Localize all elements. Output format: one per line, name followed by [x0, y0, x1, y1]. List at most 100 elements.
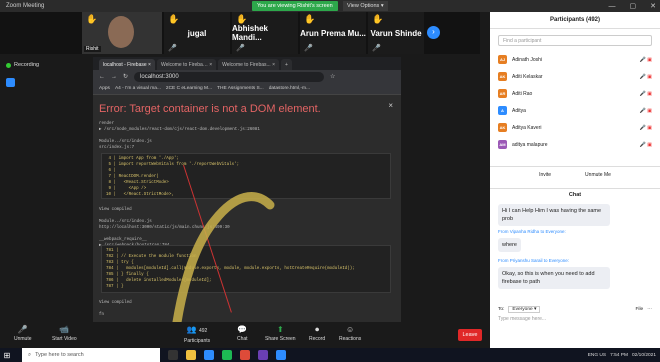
recording-label: Recording: [14, 62, 40, 68]
browser-tab[interactable]: localhost - Firebase ×: [99, 59, 155, 70]
spotify-icon[interactable]: [222, 350, 232, 360]
chat-message-input[interactable]: Type message here...: [498, 316, 652, 326]
chat-title: Chat: [490, 188, 660, 200]
more-icon[interactable]: ···: [647, 307, 652, 312]
side-panel: Participants (492) Find a participant AJ…: [490, 12, 660, 348]
browser-tab[interactable]: Welcome to Firebas... ×: [218, 59, 279, 70]
star-icon[interactable]: ☆: [330, 73, 335, 80]
chat-sender: From Priyanshu Sarail to Everyone:: [498, 258, 570, 263]
mic-muted-icon: 🎤: [236, 45, 245, 52]
chat-message: where: [498, 238, 521, 252]
bookmarks-bar: Apps A4 - I'm a visual ma... 2CE C eLear…: [93, 83, 401, 95]
error-title: Error: Target container is not a DOM ele…: [99, 103, 321, 115]
participant-name: Abhishek Mandi...: [232, 24, 269, 42]
participant-search-input[interactable]: Find a participant: [498, 35, 652, 46]
mic-muted-icon: 🎤: [168, 45, 177, 52]
url-text: localhost:3000: [140, 73, 179, 80]
window-controls: — ▢ ✕: [609, 0, 657, 12]
participant-name: Aditya Kaveri: [512, 124, 542, 131]
chat-button[interactable]: 💬 Chat: [237, 325, 248, 342]
mic-muted-icon: 🎤 ▣: [639, 73, 652, 80]
record-icon: ⏺: [315, 325, 320, 334]
record-button[interactable]: ⏺ Record: [309, 325, 325, 342]
close-overlay-icon[interactable]: ×: [388, 101, 393, 110]
annotation-scribble: [170, 192, 275, 340]
mic-muted-icon: 🎤: [17, 325, 28, 334]
participant-tile[interactable]: ✋ Abhishek Mandi... 🎤: [232, 12, 298, 54]
recipient-select[interactable]: Everyone ▾: [508, 305, 541, 313]
edge-icon[interactable]: [204, 350, 214, 360]
stack-frame: render ▶ /src/node_modules/react-dom/cjs…: [99, 122, 260, 150]
mic-muted-icon: 🎤 ▣: [639, 141, 652, 148]
bookmark-item[interactable]: 2CE C eLearning M...: [166, 86, 212, 91]
browser-tab-bar: localhost - Firebase × Welcome to Fireba…: [93, 57, 401, 70]
search-icon: ⌕: [28, 351, 32, 358]
taskbar-search-input[interactable]: ⌕ Type here to search: [22, 348, 160, 362]
next-page-arrow-icon[interactable]: ›: [427, 26, 440, 39]
app-title: Zoom Meeting: [6, 3, 45, 9]
reactions-button[interactable]: ☺ Reactions: [339, 325, 361, 342]
participant-actions: Invite Unmute Me: [490, 166, 660, 182]
avatar: AJ: [498, 55, 507, 64]
close-button[interactable]: ✕: [650, 2, 656, 10]
start-video-button[interactable]: 📹 Start Video: [52, 325, 77, 342]
mic-muted-icon: 🎤 ▣: [639, 107, 652, 114]
chat-message: Hi I can Help Him I was having the same …: [498, 204, 610, 226]
file-button[interactable]: File: [635, 307, 643, 312]
participant-tile[interactable]: ✋ Arun Prema Mu... 🎤: [300, 12, 366, 54]
mic-muted-icon: 🎤 ▣: [639, 56, 652, 63]
zoom-taskbar-icon[interactable]: [276, 350, 286, 360]
maximize-button[interactable]: ▢: [630, 2, 637, 10]
url-input[interactable]: localhost:3000: [134, 71, 325, 82]
bookmark-item[interactable]: datastore.html,-m...: [269, 86, 310, 91]
bookmark-item[interactable]: Apps: [99, 86, 110, 91]
to-label: To:: [498, 306, 505, 312]
participant-tile[interactable]: ✋ Varun Shinde 🎤: [368, 12, 424, 54]
participant-row[interactable]: AK Aditya Kaveri 🎤 ▣: [498, 122, 652, 133]
self-video-tile[interactable]: ✋ Rishit: [82, 12, 162, 54]
forward-icon[interactable]: →: [111, 74, 117, 80]
reload-icon[interactable]: ↻: [123, 73, 128, 80]
avatar: A: [498, 106, 507, 115]
chat-icon: 💬: [237, 325, 248, 334]
leave-button[interactable]: Leave: [458, 329, 482, 341]
task-view-icon[interactable]: [168, 350, 178, 360]
clock-date: 02/10/2021: [631, 352, 656, 358]
chat-sender: From Vipanha Ridha to Everyone:: [498, 229, 566, 234]
minimize-button[interactable]: —: [609, 3, 616, 10]
participant-row[interactable]: AK Aditi Kelaskar 🎤 ▣: [498, 71, 652, 82]
participant-row[interactable]: AR Aditi Rao 🎤 ▣: [498, 88, 652, 99]
participant-row[interactable]: AJ Adinath Joshi 🎤 ▣: [498, 54, 652, 65]
mic-muted-icon: 🎤 ▣: [639, 90, 652, 97]
bookmark-item[interactable]: A4 - I'm a visual ma...: [115, 86, 161, 91]
windows-taskbar: ⊞ ⌕ Type here to search ENG US 7:54 PM 0…: [0, 348, 660, 362]
chat-message: Okay, so this is when you need to add fi…: [498, 267, 610, 289]
raised-hand-icon: ✋: [372, 14, 384, 24]
participant-name: Varun Shinde: [370, 28, 422, 38]
vs-icon[interactable]: [258, 350, 268, 360]
language-indicator: ENG US: [587, 352, 607, 358]
unmute-button[interactable]: 🎤 Unmute: [14, 325, 32, 342]
file-explorer-icon[interactable]: [186, 350, 196, 360]
stack-frame: View compiled fn: [99, 301, 132, 317]
unmute-me-button[interactable]: Unmute Me: [585, 172, 611, 178]
view-options-button[interactable]: View Options ▾: [343, 1, 388, 11]
clock-time: 7:54 PM: [610, 352, 628, 358]
new-tab-button[interactable]: +: [281, 59, 292, 70]
share-screen-button[interactable]: ⬆ Share Screen: [265, 325, 296, 342]
participants-icon: 👥 492: [186, 325, 208, 334]
participant-row[interactable]: A Aditya 🎤 ▣: [498, 105, 652, 116]
participant-row[interactable]: AM aditya malapure 🎤 ▣: [498, 139, 652, 150]
raised-hand-icon: ✋: [236, 14, 248, 24]
participants-button[interactable]: 👥 492 Participants: [184, 325, 210, 344]
browser-tab[interactable]: Welcome to Fireba… ×: [156, 59, 217, 70]
avatar: AM: [498, 140, 507, 149]
participant-name: Aditya: [512, 107, 526, 114]
participant-tile[interactable]: ✋ jugal 🎤: [164, 12, 230, 54]
invite-button[interactable]: Invite: [539, 172, 551, 178]
windows-start-icon[interactable]: ⊞: [0, 351, 14, 360]
back-icon[interactable]: ←: [99, 74, 105, 80]
avatar: AK: [498, 72, 507, 81]
bookmark-item[interactable]: THE Assignments S...: [217, 86, 264, 91]
chrome-icon[interactable]: [240, 350, 250, 360]
